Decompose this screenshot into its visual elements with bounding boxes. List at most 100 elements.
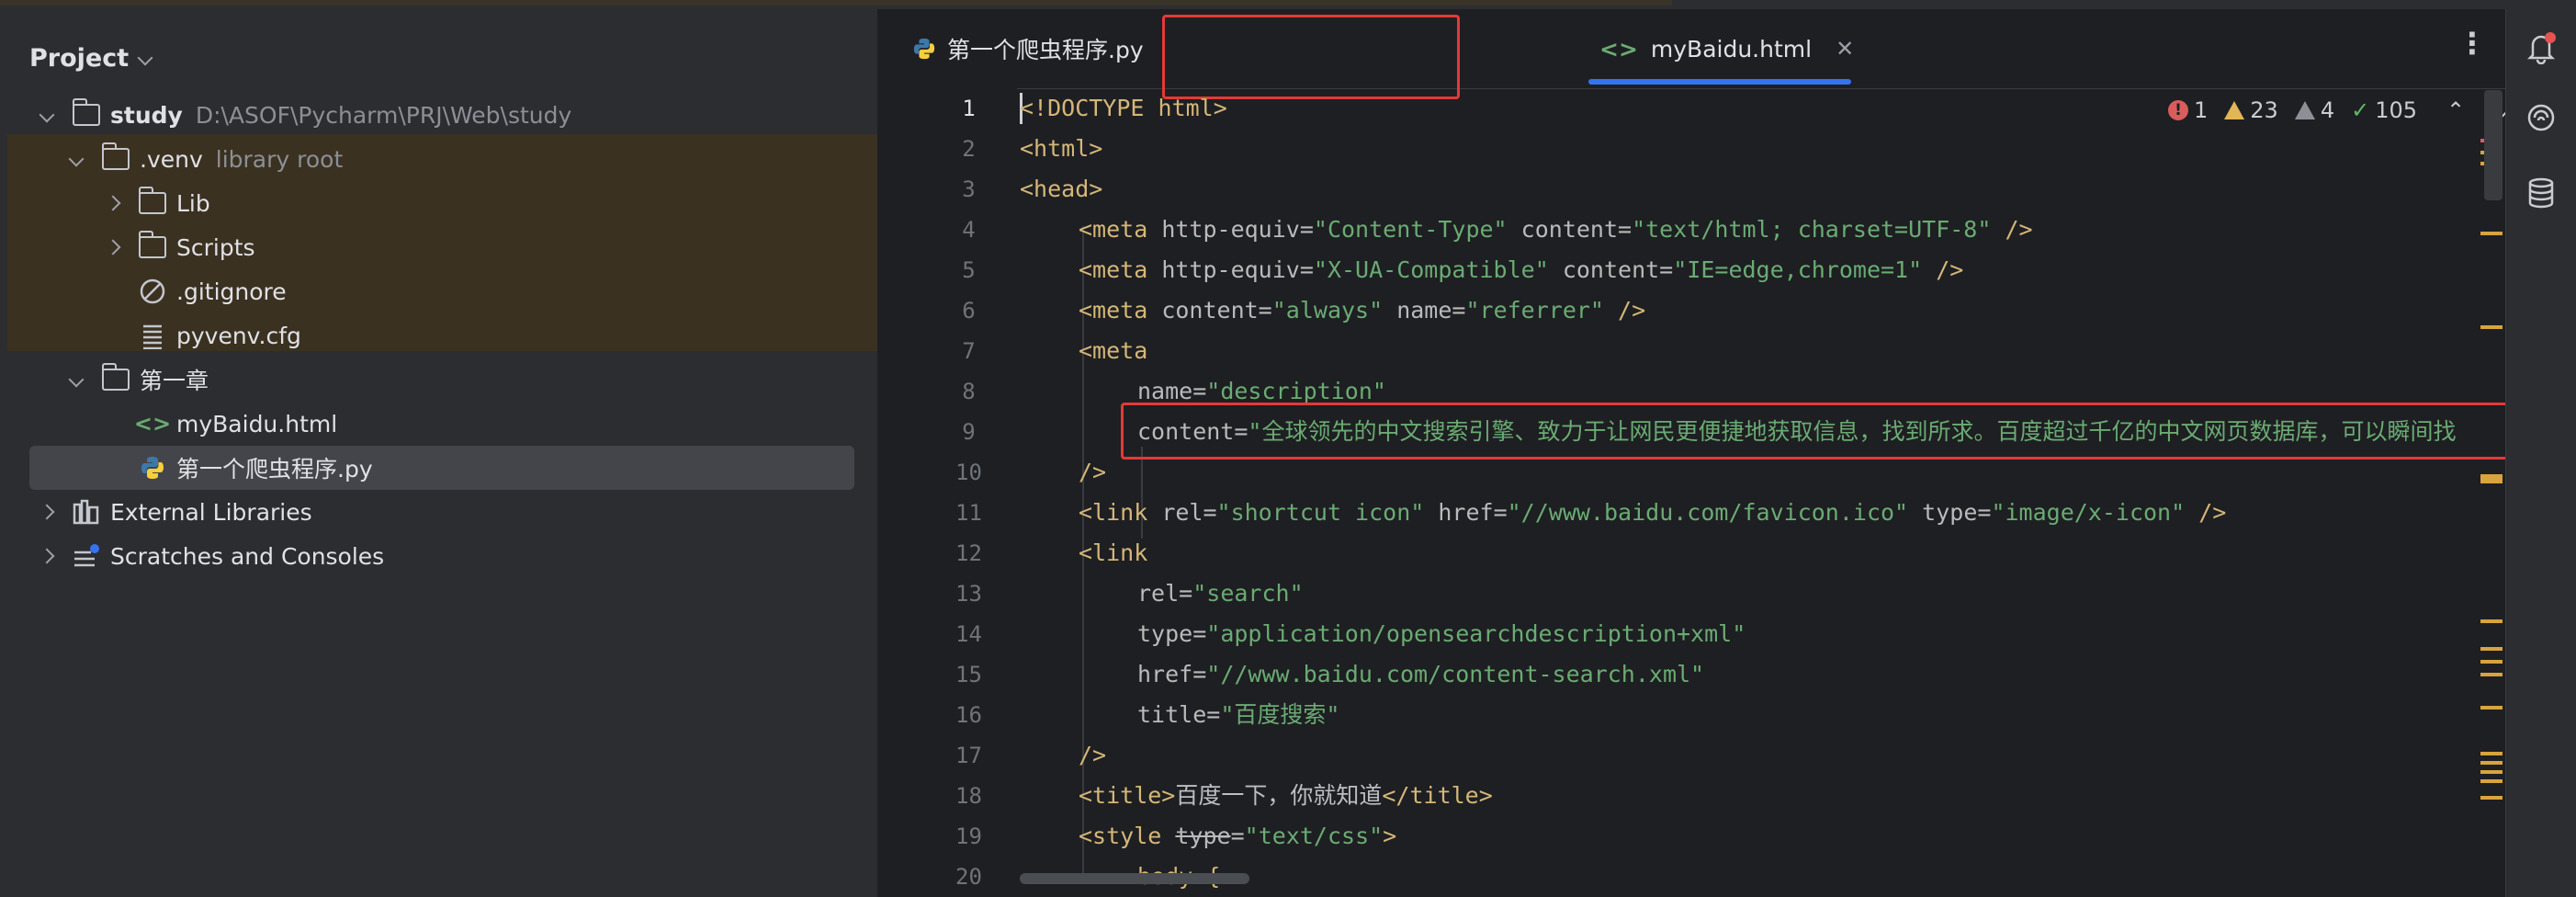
code-line-19: <style type="text/css"> bbox=[1079, 823, 1397, 849]
chevron-right-icon[interactable] bbox=[39, 504, 55, 520]
code-editor[interactable]: <!DOCTYPE html> <html> <head> <meta http… bbox=[1020, 88, 2480, 897]
line-number[interactable]: 4 bbox=[921, 210, 1017, 250]
chevron-down-icon[interactable] bbox=[68, 371, 85, 388]
warning-count: 23 bbox=[2250, 97, 2278, 123]
code-line-12: <link bbox=[1079, 539, 1148, 566]
warning-mark[interactable] bbox=[2480, 770, 2503, 774]
warning-mark[interactable] bbox=[2480, 761, 2503, 765]
code-line-13: rel="search" bbox=[1137, 580, 1304, 607]
line-number[interactable]: 17 bbox=[921, 735, 1017, 776]
tree-item-gitignore[interactable]: .gitignore bbox=[136, 269, 287, 313]
vertical-scroll-thumb[interactable] bbox=[2484, 90, 2503, 200]
error-icon: ! bbox=[2168, 100, 2188, 120]
line-number[interactable]: 1 bbox=[921, 88, 1017, 129]
warning-mark[interactable] bbox=[2480, 796, 2503, 800]
horizontal-scrollbar[interactable] bbox=[1020, 873, 1249, 884]
ai-assistant-icon[interactable] bbox=[2523, 99, 2559, 136]
tab-py-file[interactable]: 第一个爬虫程序.py bbox=[898, 9, 1158, 88]
code-line-14: type="application/opensearchdescription+… bbox=[1137, 620, 1746, 647]
error-stripe[interactable] bbox=[2480, 88, 2504, 897]
config-file-icon bbox=[136, 319, 169, 352]
chevron-down-icon bbox=[137, 50, 153, 66]
line-number[interactable]: 3 bbox=[921, 169, 1017, 210]
library-icon bbox=[70, 495, 103, 528]
more-options-icon[interactable]: ⋮ bbox=[2457, 26, 2487, 61]
close-tab-icon[interactable]: ✕ bbox=[1836, 36, 1854, 62]
active-tab-indicator bbox=[1588, 79, 1851, 85]
tree-item-label: .gitignore bbox=[176, 278, 287, 305]
chevron-right-icon[interactable] bbox=[39, 548, 55, 564]
line-number[interactable]: 20 bbox=[921, 857, 1017, 897]
chevron-right-icon[interactable] bbox=[105, 239, 121, 255]
python-file-icon bbox=[913, 38, 935, 60]
tree-item-chapter[interactable]: 第一章 bbox=[66, 358, 209, 402]
line-number[interactable]: 2 bbox=[921, 129, 1017, 169]
warning-mark[interactable] bbox=[2480, 474, 2503, 483]
project-view-selector[interactable]: Project bbox=[29, 33, 153, 83]
chevron-down-icon[interactable] bbox=[68, 151, 85, 167]
code-line-18: <title>百度一下，你就知道</title> bbox=[1079, 782, 1493, 809]
warning-mark[interactable] bbox=[2480, 647, 2503, 651]
chevron-up-icon[interactable]: ⌃ bbox=[2446, 97, 2465, 123]
code-line-15: href="//www.baidu.com/content-search.xml… bbox=[1137, 661, 1705, 687]
warning-mark[interactable] bbox=[2480, 673, 2503, 676]
tree-item-external-libraries[interactable]: External Libraries bbox=[37, 490, 312, 534]
highlight-box-line-9 bbox=[1121, 403, 2550, 460]
line-number[interactable]: 9 bbox=[921, 412, 1017, 452]
line-number[interactable]: 12 bbox=[921, 533, 1017, 573]
warning-mark[interactable] bbox=[2480, 619, 2503, 623]
line-number[interactable]: 7 bbox=[921, 331, 1017, 371]
warning-mark[interactable] bbox=[2480, 325, 2503, 329]
right-tool-strip bbox=[2505, 9, 2576, 897]
line-number[interactable]: 18 bbox=[921, 776, 1017, 816]
tree-item-py-file[interactable]: 第一个爬虫程序.py bbox=[29, 446, 854, 490]
library-root-hint: library root bbox=[215, 145, 344, 173]
tree-item-scripts[interactable]: Scripts bbox=[103, 225, 255, 269]
tree-item-label: myBaidu.html bbox=[176, 410, 338, 437]
line-number[interactable]: 15 bbox=[921, 654, 1017, 695]
code-line-7: <meta bbox=[1079, 337, 1148, 364]
tree-item-label: Lib bbox=[176, 189, 210, 217]
line-number[interactable]: 14 bbox=[921, 614, 1017, 654]
tree-item-label: Scratches and Consoles bbox=[110, 542, 385, 570]
weak-warning-icon bbox=[2294, 101, 2315, 119]
database-icon[interactable] bbox=[2523, 175, 2559, 211]
inspection-widget[interactable]: !1 23 4 ✓105 ⌃ ⌄ bbox=[2168, 92, 2511, 129]
code-line-6: <meta content="always" name="referrer" /… bbox=[1079, 297, 1646, 324]
chevron-down-icon[interactable] bbox=[39, 107, 55, 123]
line-number[interactable]: 6 bbox=[921, 290, 1017, 331]
tree-item-study[interactable]: study D:\ASOF\Pycharm\PRJ\Web\study bbox=[37, 93, 571, 137]
tree-item-label: study bbox=[110, 101, 183, 129]
line-number[interactable]: 8 bbox=[921, 371, 1017, 412]
line-number[interactable]: 11 bbox=[921, 493, 1017, 533]
check-icon: ✓ bbox=[2351, 97, 2370, 123]
html-file-icon: <> bbox=[1599, 35, 1638, 62]
line-number[interactable]: 13 bbox=[921, 573, 1017, 614]
code-line-2: <html> bbox=[1020, 135, 1103, 162]
tab-label: myBaidu.html bbox=[1650, 35, 1813, 62]
code-line-3: <head> bbox=[1020, 176, 1103, 202]
line-number[interactable]: 16 bbox=[921, 695, 1017, 735]
warning-mark[interactable] bbox=[2480, 660, 2503, 664]
folder-icon bbox=[101, 363, 130, 391]
tree-item-label: 第一章 bbox=[140, 368, 209, 394]
notifications-icon[interactable] bbox=[2523, 29, 2559, 66]
chevron-right-icon[interactable] bbox=[105, 195, 121, 211]
tree-item-label: .venv bbox=[140, 145, 203, 173]
weak-warning-count: 4 bbox=[2320, 97, 2335, 123]
tree-item-pyvenv[interactable]: pyvenv.cfg bbox=[136, 313, 301, 358]
tab-mybaidu-html[interactable]: <> myBaidu.html ✕ bbox=[1577, 9, 1862, 88]
warning-mark[interactable] bbox=[2480, 752, 2503, 755]
line-number[interactable]: 10 bbox=[921, 452, 1017, 493]
tree-item-venv[interactable]: .venv library root bbox=[66, 137, 343, 181]
warning-mark[interactable] bbox=[2480, 232, 2503, 235]
tree-item-scratches[interactable]: Scratches and Consoles bbox=[37, 534, 384, 578]
warning-mark[interactable] bbox=[2480, 706, 2503, 710]
warning-mark[interactable] bbox=[2480, 779, 2503, 783]
tree-item-lib[interactable]: Lib bbox=[103, 181, 210, 225]
line-number[interactable]: 5 bbox=[921, 250, 1017, 290]
line-number[interactable]: 19 bbox=[921, 816, 1017, 857]
tree-item-label: 第一个爬虫程序.py bbox=[176, 456, 373, 483]
error-count: 1 bbox=[2194, 97, 2209, 123]
tree-item-mybaidu-html[interactable]: <> myBaidu.html bbox=[134, 402, 338, 446]
